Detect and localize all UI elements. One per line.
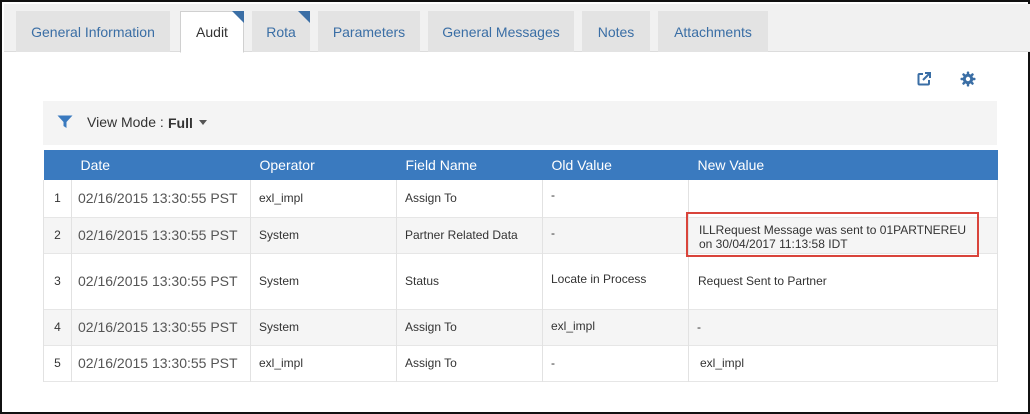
view-mode-value[interactable]: Full (168, 115, 193, 131)
tab-attachments[interactable]: Attachments (658, 11, 768, 52)
table-row[interactable]: 4 02/16/2015 13:30:55 PST System Assign … (43, 309, 998, 345)
row-new-value: - (688, 309, 998, 345)
row-old-value: - (542, 345, 689, 381)
column-header-field-name[interactable]: Field Name (397, 150, 543, 180)
row-field-name: Partner Related Data (396, 217, 543, 253)
tab-audit[interactable]: Audit (180, 11, 244, 53)
tab-label: Rota (266, 23, 296, 40)
new-value-line: exl_impl (700, 356, 745, 370)
row-operator: exl_impl (250, 180, 397, 217)
tab-label: General Messages (442, 23, 560, 40)
row-field-name: Status (396, 253, 543, 309)
row-date: 02/16/2015 13:30:55 PST (71, 217, 251, 253)
table-row[interactable]: 5 02/16/2015 13:30:55 PST exl_impl Assig… (43, 345, 998, 381)
row-old-value: Locate in Process (542, 253, 689, 309)
tab-parameters[interactable]: Parameters (318, 11, 420, 52)
table-header-row: Date Operator Field Name Old Value New V… (43, 150, 998, 180)
tab-label: General Information (31, 23, 155, 40)
column-header-new-value[interactable]: New Value (689, 150, 998, 180)
row-old-value: - (542, 217, 689, 253)
row-operator: exl_impl (250, 345, 397, 381)
tab-label: Audit (196, 24, 228, 40)
audit-table: Date Operator Field Name Old Value New V… (43, 150, 998, 382)
row-new-value: exl_impl (688, 345, 998, 381)
row-old-value: exl_impl (542, 309, 689, 345)
row-number: 5 (43, 345, 72, 381)
tab-label: Notes (597, 23, 635, 40)
external-link-icon[interactable] (913, 68, 935, 90)
row-old-value: - (542, 180, 689, 217)
tab-bar: General Information Audit Rota Parameter… (4, 4, 1030, 53)
tab-rota[interactable]: Rota (252, 11, 310, 52)
row-date: 02/16/2015 13:30:55 PST (71, 345, 251, 381)
row-operator: System (250, 253, 397, 309)
row-new-value: Request Sent to Partner (688, 253, 998, 309)
gear-icon[interactable] (957, 68, 979, 90)
column-header-operator[interactable]: Operator (251, 150, 397, 180)
chevron-down-icon[interactable] (199, 120, 207, 125)
tab-label: Attachments (674, 23, 752, 40)
row-date: 02/16/2015 13:30:55 PST (71, 309, 251, 345)
table-toolbar: View Mode : Full (43, 101, 997, 145)
column-header-number (44, 150, 72, 180)
new-value-line: Request Sent to Partner (698, 274, 827, 288)
tab-general-information[interactable]: General Information (16, 11, 170, 52)
corner-flag-icon (298, 11, 310, 23)
row-date: 02/16/2015 13:30:55 PST (71, 253, 251, 309)
highlight-box (686, 212, 979, 257)
view-mode-label: View Mode : (87, 114, 164, 130)
row-field-name: Assign To (396, 345, 543, 381)
tab-label: Parameters (332, 23, 406, 40)
row-operator: System (250, 309, 397, 345)
filter-icon[interactable] (57, 115, 73, 134)
row-number: 4 (43, 309, 72, 345)
tab-notes[interactable]: Notes (582, 11, 650, 52)
corner-flag-icon (232, 11, 244, 23)
new-value-line: - (697, 320, 701, 334)
audit-panel: General Information Audit Rota Parameter… (0, 0, 1030, 414)
row-date: 02/16/2015 13:30:55 PST (71, 180, 251, 217)
row-field-name: Assign To (396, 180, 543, 217)
row-field-name: Assign To (396, 309, 543, 345)
table-row[interactable]: 3 02/16/2015 13:30:55 PST System Status … (43, 253, 998, 309)
column-header-old-value[interactable]: Old Value (543, 150, 689, 180)
row-number: 2 (43, 217, 72, 253)
row-number: 3 (43, 253, 72, 309)
column-header-date[interactable]: Date (72, 150, 251, 180)
row-operator: System (250, 217, 397, 253)
row-number: 1 (43, 180, 72, 217)
tab-general-messages[interactable]: General Messages (428, 11, 574, 52)
